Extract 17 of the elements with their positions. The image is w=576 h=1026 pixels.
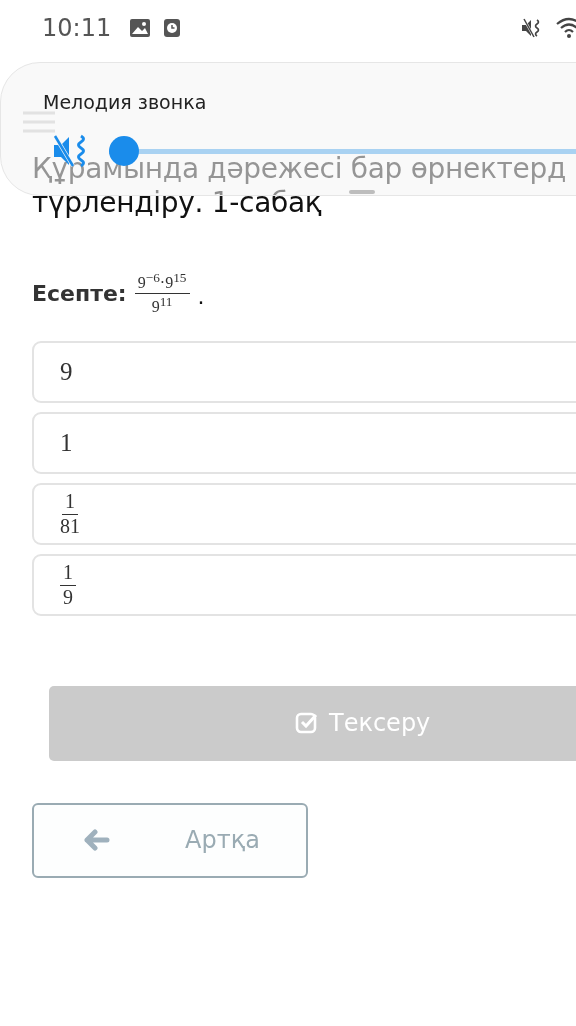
- lesson-title: түрлендіру. 1-сабақ: [32, 186, 322, 220]
- answer-option[interactable]: 1 9: [32, 553, 576, 616]
- period: .: [197, 283, 205, 309]
- clock-icon: [163, 17, 182, 38]
- question-label: Есепте:: [32, 280, 127, 306]
- math-expression: 9$^{−6}$·9$^{15}$ 9$^{11}$: [134, 270, 190, 317]
- volume-title: Мелодия звонка: [43, 91, 207, 113]
- answer-option[interactable]: 1 81: [32, 482, 576, 545]
- lesson-title: Құрамында дәрежесі бар өрнектерд: [32, 152, 566, 186]
- wifi-icon: [556, 16, 576, 39]
- checkbox-icon: [295, 711, 319, 736]
- answer-option[interactable]: 1: [32, 411, 576, 474]
- answer-option[interactable]: 9: [32, 340, 576, 403]
- status-time: 10:11: [42, 13, 112, 42]
- image-icon: [129, 17, 152, 38]
- arrow-left-icon: [84, 829, 110, 852]
- drag-handle[interactable]: [349, 190, 375, 194]
